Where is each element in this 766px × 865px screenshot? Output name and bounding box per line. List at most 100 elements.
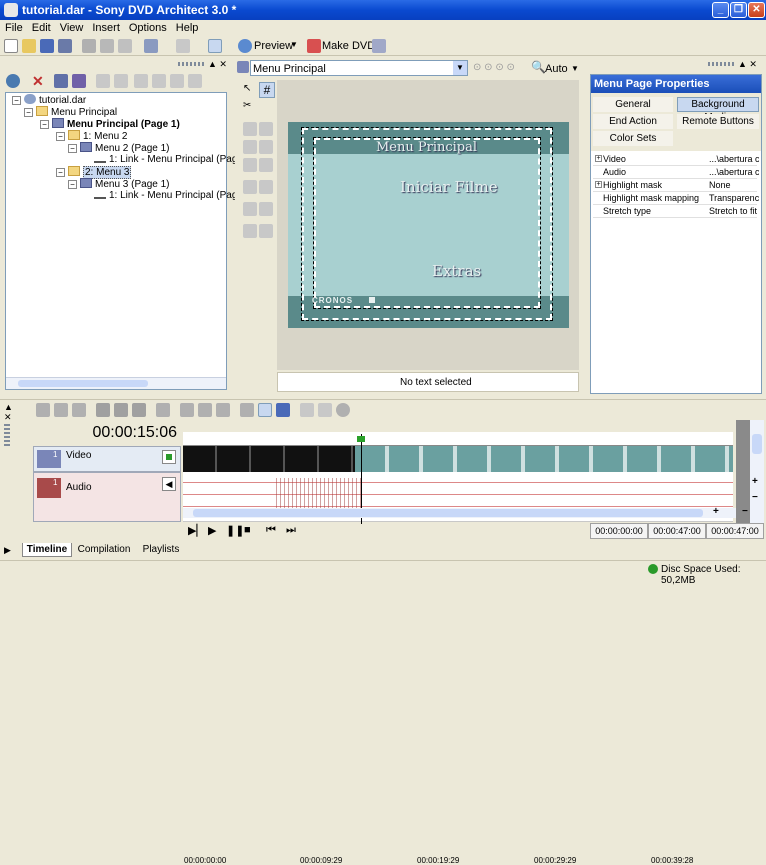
tab-background-media[interactable]: Background Media bbox=[677, 97, 759, 123]
selection-start[interactable]: 00:00:00:00 bbox=[590, 523, 648, 539]
delete-icon[interactable]: ✕ bbox=[32, 73, 44, 90]
vertical-grip[interactable] bbox=[4, 424, 10, 448]
snap-icon[interactable] bbox=[216, 403, 230, 417]
ripple-icon[interactable] bbox=[198, 403, 212, 417]
menu-title-text[interactable]: Menu Principal bbox=[376, 140, 477, 155]
menu-view[interactable]: View bbox=[55, 20, 88, 34]
zoom-in-icon[interactable]: + bbox=[752, 476, 758, 487]
insert-title-icon[interactable] bbox=[96, 74, 110, 88]
collapse-toggle[interactable]: − bbox=[68, 144, 77, 153]
loop-icon[interactable] bbox=[336, 403, 350, 417]
play-icon[interactable]: ▶ bbox=[208, 524, 216, 537]
tree-item-selected[interactable]: 2: Menu 3 bbox=[68, 166, 132, 179]
collapse-toggle[interactable]: − bbox=[56, 168, 65, 177]
property-row[interactable]: Stretch type Stretch to fit bbox=[593, 205, 757, 218]
selection-length[interactable]: 00:00:47:00 bbox=[706, 523, 764, 539]
align-middle-icon[interactable] bbox=[259, 140, 273, 154]
timeline-ruler[interactable] bbox=[183, 432, 733, 446]
chevron-down-icon[interactable]: ▼ bbox=[453, 61, 467, 75]
scrollbar-thumb[interactable] bbox=[18, 380, 148, 387]
center-horizontal-icon[interactable] bbox=[243, 224, 257, 238]
insert-music-icon[interactable] bbox=[134, 74, 148, 88]
scrollbar-thumb[interactable] bbox=[193, 509, 703, 517]
properties-icon[interactable] bbox=[6, 74, 20, 88]
tabs-scroll-icon[interactable]: ▶ bbox=[4, 545, 11, 556]
undo-icon[interactable] bbox=[144, 39, 158, 53]
delete-marker-icon[interactable] bbox=[96, 403, 110, 417]
envelope-icon[interactable] bbox=[276, 403, 290, 417]
speaker-icon[interactable]: ◀ bbox=[162, 477, 176, 491]
make-same-width-icon[interactable] bbox=[243, 202, 257, 216]
panel-grip[interactable] bbox=[178, 62, 204, 66]
go-to-start-icon[interactable]: ⏮ bbox=[266, 524, 276, 537]
go-to-end-icon[interactable]: ⏭ bbox=[286, 524, 296, 537]
playhead-marker[interactable] bbox=[357, 436, 365, 442]
selection-tool-icon[interactable] bbox=[208, 39, 222, 53]
tab-playlists[interactable]: Playlists bbox=[138, 543, 184, 557]
add-region-icon[interactable] bbox=[72, 403, 86, 417]
insert-thumbnail-icon[interactable] bbox=[188, 74, 202, 88]
auto-ripple-icon[interactable] bbox=[258, 403, 272, 417]
tab-remote-buttons[interactable]: Remote Buttons bbox=[677, 114, 759, 129]
insert-menu-icon[interactable] bbox=[54, 74, 68, 88]
align-top-icon[interactable] bbox=[259, 122, 273, 136]
space-across-icon[interactable] bbox=[243, 180, 257, 194]
insert-text-icon[interactable] bbox=[152, 74, 166, 88]
insert-link-icon[interactable] bbox=[72, 74, 86, 88]
split-icon[interactable] bbox=[180, 403, 194, 417]
play-movie-button[interactable]: Iniciar Filme bbox=[400, 178, 498, 196]
selection-end[interactable]: 00:00:47:00 bbox=[648, 523, 706, 539]
stop-icon[interactable]: ■ bbox=[244, 524, 251, 536]
extras-button[interactable]: Extras bbox=[432, 262, 481, 280]
trim-icon[interactable] bbox=[156, 403, 170, 417]
vertical-scrollbar[interactable]: + − bbox=[750, 420, 764, 524]
marker-right-icon[interactable] bbox=[318, 403, 332, 417]
redo-icon[interactable] bbox=[176, 39, 190, 53]
tab-timeline[interactable]: Timeline bbox=[22, 543, 72, 557]
align-bottom-icon[interactable] bbox=[259, 158, 273, 172]
property-row[interactable]: Highlight mask mapping Transparency bbox=[593, 192, 759, 205]
menu-edit[interactable]: Edit bbox=[27, 20, 55, 34]
menu-options[interactable]: Options bbox=[124, 20, 171, 34]
make-dvd-icon[interactable] bbox=[307, 39, 321, 53]
property-row[interactable]: + Highlight mask None bbox=[593, 179, 757, 192]
make-dvd-button[interactable]: Make DVD bbox=[322, 40, 375, 52]
expand-icon[interactable]: + bbox=[595, 155, 602, 162]
scissor-icon[interactable]: ✂ bbox=[243, 100, 251, 111]
panel-pin-icon[interactable]: ▲ ✕ bbox=[738, 59, 757, 70]
minimize-button[interactable]: _ bbox=[712, 2, 729, 18]
collapse-toggle[interactable]: − bbox=[68, 180, 77, 189]
zoom-value[interactable]: Auto bbox=[545, 63, 568, 75]
copy-icon[interactable] bbox=[100, 39, 114, 53]
menu-preview[interactable]: Menu Principal Iniciar Filme Extras CRON… bbox=[288, 122, 569, 328]
preview-dropdown-icon[interactable]: ▼ bbox=[290, 40, 298, 49]
new-icon[interactable] bbox=[4, 39, 18, 53]
panel-pin-icon[interactable]: ▲ ✕ bbox=[208, 59, 227, 70]
save-as-icon[interactable] bbox=[58, 39, 72, 53]
nav-arrows-icon[interactable]: ⊙ ⊙ ⊙ ⊙ bbox=[473, 62, 515, 73]
add-marker-icon[interactable] bbox=[36, 403, 50, 417]
collapse-toggle[interactable]: − bbox=[24, 108, 33, 117]
tree-item[interactable]: 1: Link - Menu Principal (Page 1) bbox=[94, 154, 255, 165]
timeline-hscrollbar[interactable]: + bbox=[183, 506, 736, 518]
insert-scene-icon[interactable] bbox=[114, 74, 128, 88]
make-same-height-icon[interactable] bbox=[259, 202, 273, 216]
horizontal-scrollbar[interactable] bbox=[6, 377, 226, 389]
center-vertical-icon[interactable] bbox=[259, 224, 273, 238]
zoom-out-icon[interactable]: − bbox=[752, 492, 758, 503]
add-subtitle-icon[interactable] bbox=[114, 403, 128, 417]
add-chapter-icon[interactable] bbox=[54, 403, 68, 417]
space-down-icon[interactable] bbox=[259, 180, 273, 194]
preview-button[interactable]: Preview bbox=[254, 40, 293, 52]
optimize-icon[interactable] bbox=[372, 39, 386, 53]
align-left-icon[interactable] bbox=[243, 122, 257, 136]
video-clip-dark[interactable] bbox=[183, 446, 355, 472]
tree-item[interactable]: Menu 2 (Page 1) bbox=[80, 142, 170, 154]
align-right-icon[interactable] bbox=[243, 158, 257, 172]
video-clip-thumbnails[interactable] bbox=[355, 446, 733, 472]
grid-icon[interactable]: # bbox=[259, 82, 275, 98]
cut-icon[interactable] bbox=[82, 39, 96, 53]
insert-picture-icon[interactable] bbox=[170, 74, 184, 88]
expand-icon[interactable]: + bbox=[595, 181, 602, 188]
menu-insert[interactable]: Insert bbox=[87, 20, 124, 34]
